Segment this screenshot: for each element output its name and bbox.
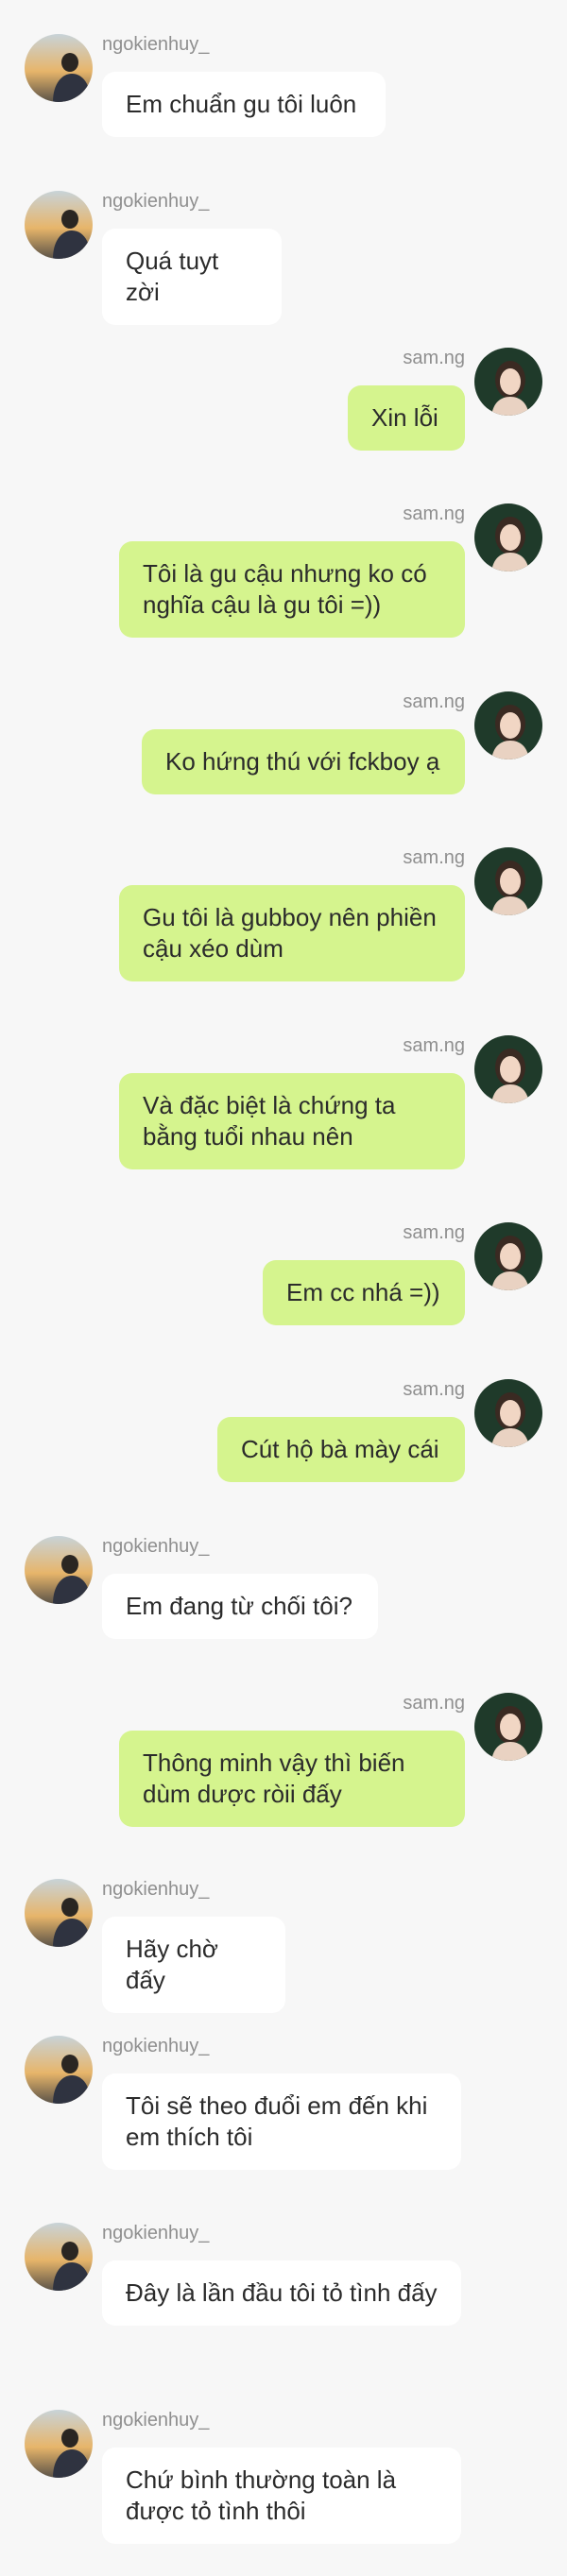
avatar-ngokienhuy[interactable]: [25, 191, 93, 259]
avatar-sam-ng[interactable]: [474, 1035, 542, 1103]
message-bubble[interactable]: Em cc nhá =)): [263, 1260, 465, 1325]
username[interactable]: ngokienhuy_: [102, 2408, 209, 2432]
avatar-ngokienhuy[interactable]: [25, 1536, 93, 1604]
message-text: Xin lỗi: [371, 403, 438, 432]
username[interactable]: ngokienhuy_: [102, 1534, 209, 1559]
message-text: Gu tôi là gubboy nên phiền cậu xéo dùm: [143, 903, 437, 963]
username[interactable]: ngokienhuy_: [102, 2221, 209, 2245]
avatar-sam-ng[interactable]: [474, 691, 542, 759]
username[interactable]: ngokienhuy_: [102, 32, 209, 57]
message-text: Quá tuyt zời: [126, 247, 219, 306]
message-text: Em chuẩn gu tôi luôn: [126, 90, 357, 118]
avatar-ngokienhuy[interactable]: [25, 2410, 93, 2478]
username[interactable]: sam.ng: [403, 690, 465, 714]
message-bubble[interactable]: Tôi sẽ theo đuổi em đến khi em thích tôi: [102, 2073, 461, 2170]
avatar-sam-ng[interactable]: [474, 1379, 542, 1447]
username[interactable]: sam.ng: [403, 346, 465, 370]
message-bubble[interactable]: Em đang từ chối tôi?: [102, 1574, 378, 1639]
message-text: Em cc nhá =)): [286, 1278, 440, 1306]
message-bubble[interactable]: Gu tôi là gubboy nên phiền cậu xéo dùm: [119, 885, 465, 981]
username[interactable]: sam.ng: [403, 502, 465, 526]
avatar-sam-ng[interactable]: [474, 503, 542, 571]
message-bubble[interactable]: Và đặc biệt là chứng ta bằng tuổi nhau n…: [119, 1073, 465, 1169]
message-text: Ko hứng thú với fckboy ạ: [165, 747, 440, 776]
message-bubble[interactable]: Xin lỗi: [348, 385, 465, 451]
message-text: Đây là lần đầu tôi tỏ tình đấy: [126, 2278, 438, 2307]
message-bubble[interactable]: Hãy chờ đấy: [102, 1917, 285, 2013]
message-bubble[interactable]: Quá tuyt zời: [102, 229, 282, 325]
username[interactable]: sam.ng: [403, 1220, 465, 1245]
username[interactable]: ngokienhuy_: [102, 1877, 209, 1902]
username[interactable]: ngokienhuy_: [102, 189, 209, 213]
message-text: Hãy chờ đấy: [126, 1935, 218, 1994]
message-bubble[interactable]: Chứ bình thường toàn là được tỏ tình thô…: [102, 2448, 461, 2544]
username[interactable]: sam.ng: [403, 1377, 465, 1402]
avatar-ngokienhuy[interactable]: [25, 2036, 93, 2104]
message-text: Thông minh vậy thì biến dùm dược ròii đấ…: [143, 1749, 405, 1808]
message-bubble[interactable]: Đây là lần đầu tôi tỏ tình đấy: [102, 2260, 461, 2326]
username[interactable]: sam.ng: [403, 845, 465, 870]
message-text: Tôi sẽ theo đuổi em đến khi em thích tôi: [126, 2091, 428, 2151]
message-bubble[interactable]: Tôi là gu cậu nhưng ko có nghĩa cậu là g…: [119, 541, 465, 638]
message-bubble[interactable]: Em chuẩn gu tôi luôn: [102, 72, 386, 137]
avatar-sam-ng[interactable]: [474, 348, 542, 416]
message-text: Cút hộ bà mày cái: [241, 1435, 439, 1463]
avatar-sam-ng[interactable]: [474, 1222, 542, 1290]
message-text: Tôi là gu cậu nhưng ko có nghĩa cậu là g…: [143, 559, 427, 619]
username[interactable]: ngokienhuy_: [102, 2034, 209, 2058]
avatar-ngokienhuy[interactable]: [25, 34, 93, 102]
message-bubble[interactable]: Ko hứng thú với fckboy ạ: [142, 729, 465, 794]
chat-thread[interactable]: ngokienhuy_ Em chuẩn gu tôi luôn ngokien…: [0, 0, 567, 2576]
avatar-ngokienhuy[interactable]: [25, 2223, 93, 2291]
message-text: Và đặc biệt là chứng ta bằng tuổi nhau n…: [143, 1091, 396, 1151]
username[interactable]: sam.ng: [403, 1033, 465, 1058]
message-text: Em đang từ chối tôi?: [126, 1592, 352, 1620]
message-bubble[interactable]: Cút hộ bà mày cái: [217, 1417, 465, 1482]
avatar-sam-ng[interactable]: [474, 847, 542, 915]
avatar-ngokienhuy[interactable]: [25, 1879, 93, 1947]
message-text: Chứ bình thường toàn là được tỏ tình thô…: [126, 2465, 397, 2525]
message-bubble[interactable]: Thông minh vậy thì biến dùm dược ròii đấ…: [119, 1731, 465, 1827]
avatar-sam-ng[interactable]: [474, 1693, 542, 1761]
username[interactable]: sam.ng: [403, 1691, 465, 1715]
